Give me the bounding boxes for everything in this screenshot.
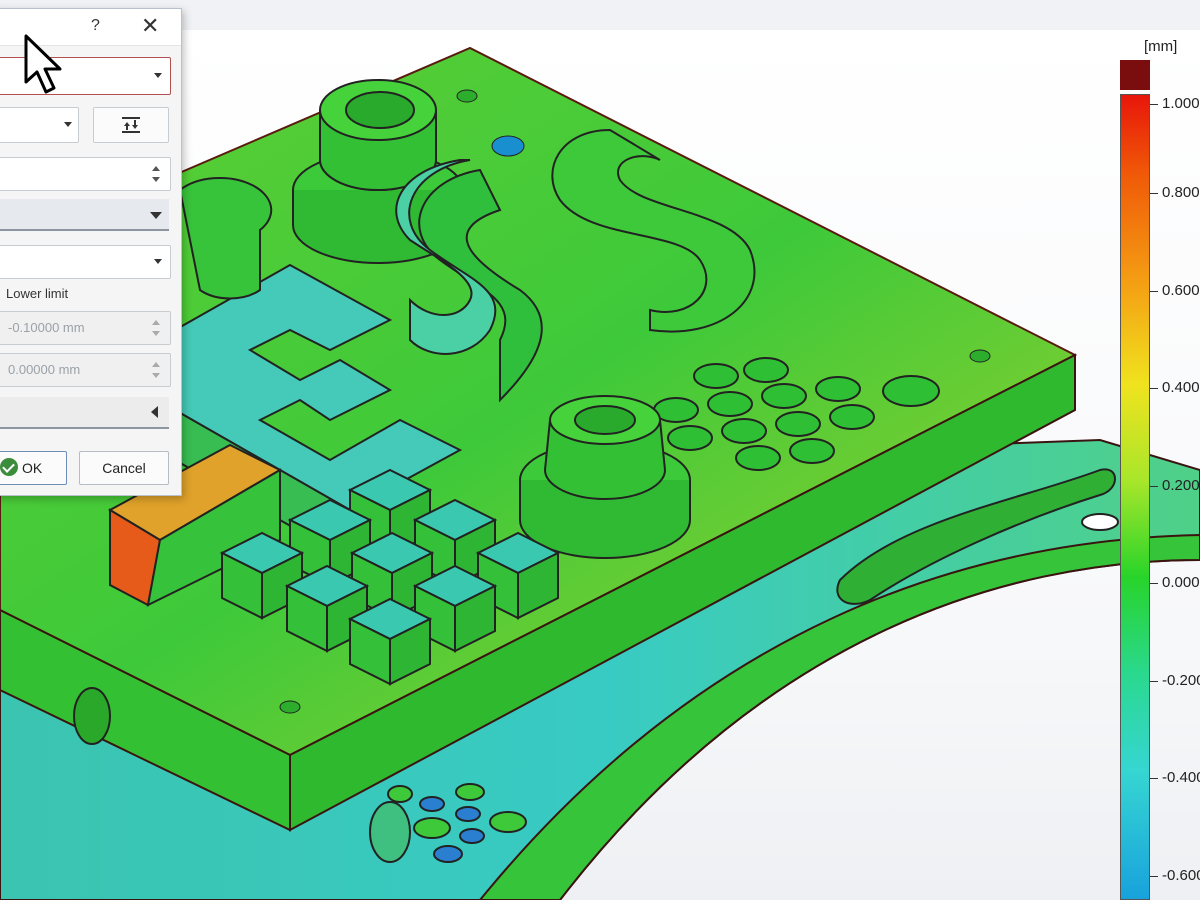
legend-tick-label: -0.600 [1162,867,1200,884]
spin-up-icon[interactable] [152,362,160,367]
plate-hole [279,700,301,714]
side-hole [73,687,111,745]
legend-tick-label: 0.200 [1162,477,1200,494]
legend-overflow-swatch [1120,60,1150,90]
legend-tick [1150,104,1158,105]
chevron-down-icon [154,259,162,264]
plate-hole [969,349,991,363]
legend-tick-label: 0.600 [1162,282,1200,299]
lower-limit-label: Lower limit [6,286,69,301]
legend-tick-label: 0.800 [1162,184,1200,201]
collapsible-section-header[interactable] [0,199,169,231]
legend-tick [1150,193,1158,194]
expand-icon [151,406,158,418]
spin-up-icon[interactable] [152,320,160,325]
plate-hole [491,135,525,157]
lower-limit-value: -0.10000 mm [8,320,85,335]
legend-tick [1150,291,1158,292]
align-button[interactable] [93,107,169,143]
legend-tick [1150,681,1158,682]
spin-up-icon[interactable] [152,166,160,171]
spin-down-icon[interactable] [152,177,160,182]
ok-button[interactable]: OK [0,451,67,485]
option-dropdown[interactable] [0,107,79,143]
legend-tick [1150,486,1158,487]
cancel-button[interactable]: Cancel [79,451,169,485]
legend-tick [1150,388,1158,389]
align-icon [122,117,140,133]
chevron-down-icon [64,122,72,127]
cancel-label: Cancel [102,460,146,476]
chevron-down-icon [154,73,162,78]
collapse-icon [150,212,162,219]
lower-plate-hole [1081,513,1119,531]
legend-tick [1150,583,1158,584]
legend-tick-label: -0.400 [1162,769,1200,786]
legend-tick-label: 0.400 [1162,379,1200,396]
mouse-pointer-icon [24,34,62,94]
legend-tick-label: 1.000 [1162,95,1200,112]
close-icon[interactable]: ✕ [141,13,159,39]
legend-tick [1150,778,1158,779]
spin-down-icon[interactable] [152,373,160,378]
check-circle-icon [0,458,18,476]
legend-color-bar [1120,94,1150,900]
legend-tick-label: -0.200 [1162,672,1200,689]
spin-down-icon[interactable] [152,331,160,336]
legend-tick-label: 0.000 [1162,574,1200,591]
lower-limit-input[interactable]: -0.10000 mm [0,311,171,345]
value-input[interactable]: 0.00000 mm [0,353,171,387]
second-value: 0.00000 mm [8,362,81,377]
plate-hole [456,89,478,103]
ok-label: OK [22,460,43,476]
numeric-input[interactable] [0,157,171,191]
type-dropdown[interactable] [0,245,171,279]
legend-tick [1150,876,1158,877]
help-button[interactable]: ? [91,17,100,35]
legend-unit: [mm] [1144,38,1178,55]
collapsible-section-header[interactable] [0,397,169,429]
